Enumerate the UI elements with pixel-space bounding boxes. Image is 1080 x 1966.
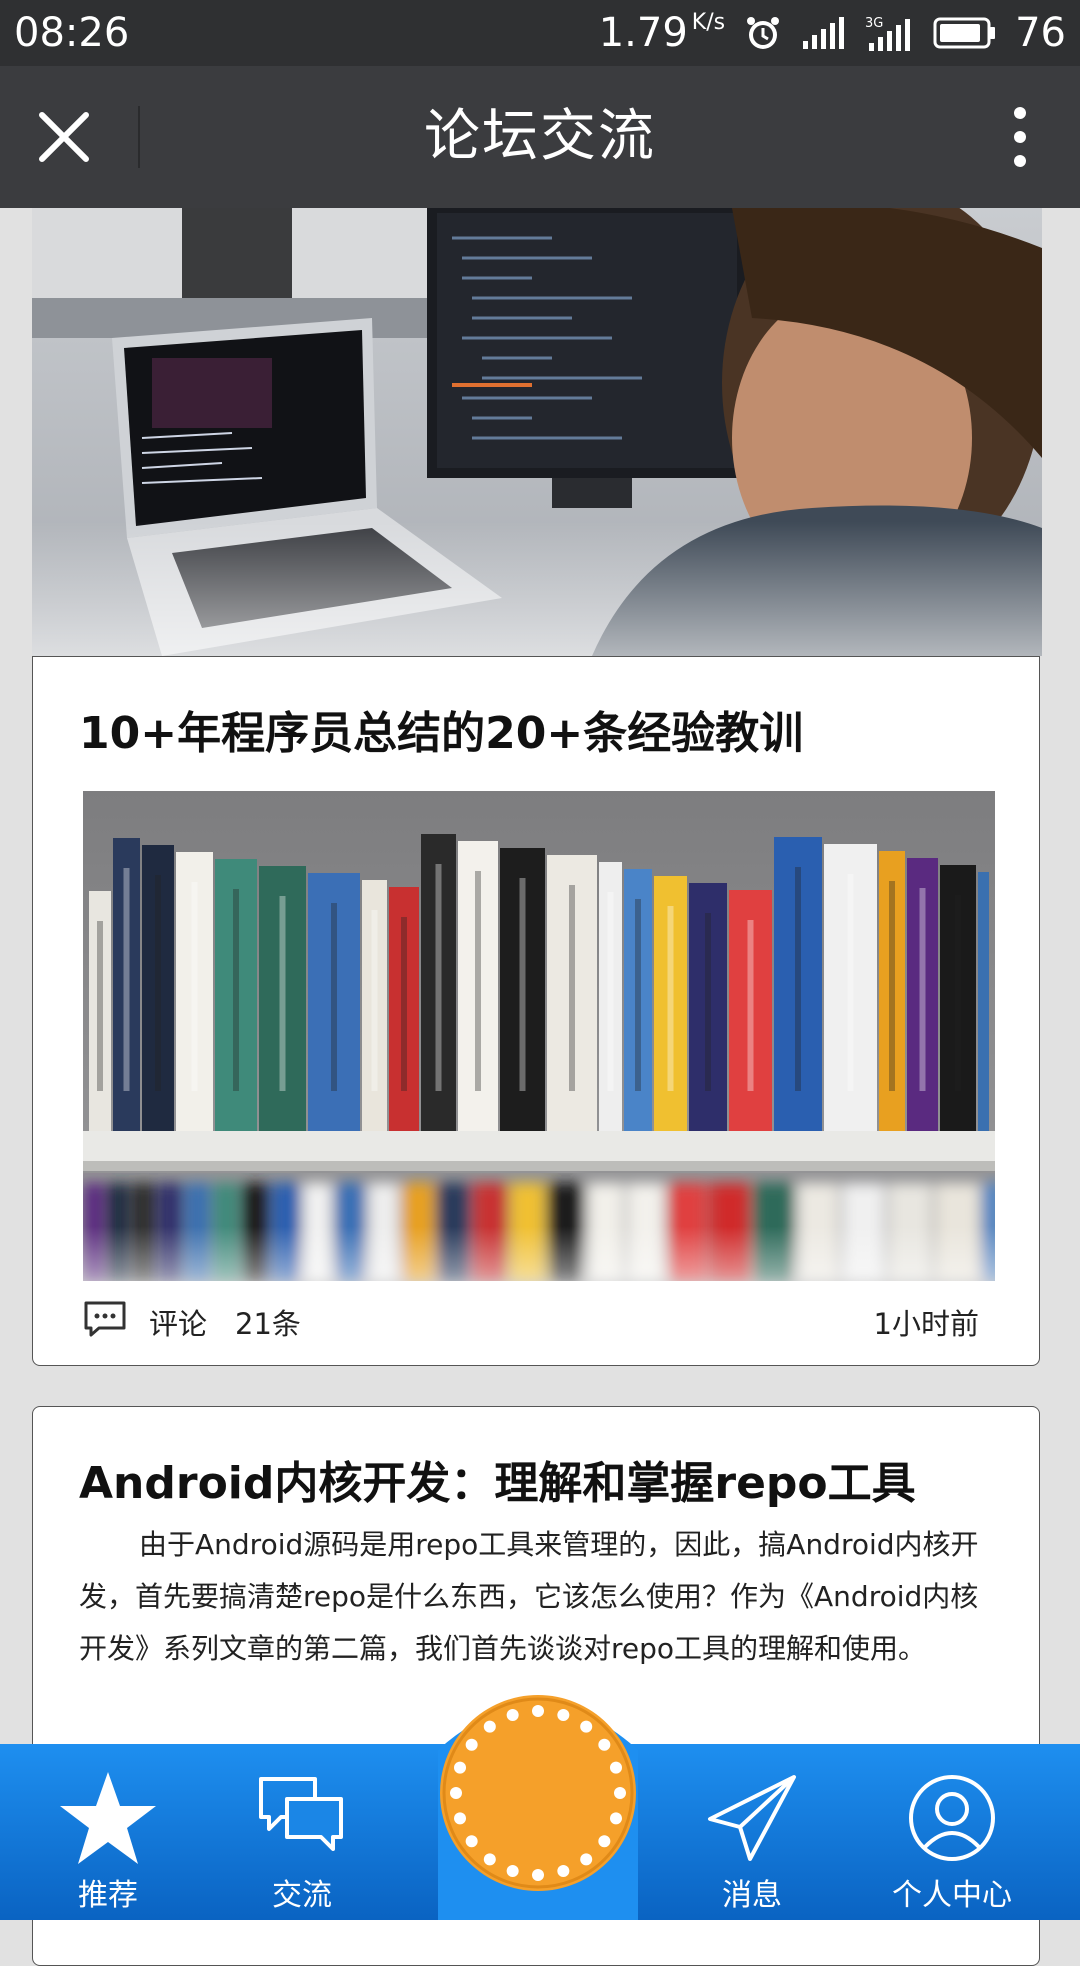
network-speed-unit: K/s	[691, 10, 726, 35]
center-button-dot	[609, 1761, 622, 1774]
center-button-dot	[465, 1738, 478, 1751]
tab-label: 推荐	[78, 1878, 138, 1913]
tab-profile[interactable]: 个人中心	[872, 1744, 1032, 1920]
chat-bubbles-icon	[257, 1768, 347, 1868]
paper-plane-icon	[704, 1768, 800, 1868]
post-meta: 评论 21条 1小时前	[83, 1297, 979, 1347]
center-button-dot	[598, 1835, 611, 1848]
svg-text:3G: 3G	[865, 16, 883, 31]
center-button-dot	[483, 1853, 496, 1866]
battery-level: 76	[1015, 10, 1066, 56]
book-spine-text	[747, 920, 754, 1091]
status-bar: 08:26 1.79 K/s 3G 76	[0, 0, 1080, 66]
status-time: 08:26	[14, 10, 130, 56]
book-spine	[978, 872, 989, 1131]
title-bar: 论坛交流	[0, 66, 1080, 208]
tab-recommend[interactable]: 推荐	[38, 1744, 178, 1920]
center-button-dot	[454, 1761, 467, 1774]
more-button[interactable]	[980, 97, 1060, 177]
center-action-button[interactable]	[438, 1693, 638, 1893]
center-button-dot	[465, 1835, 478, 1848]
banner-image[interactable]	[32, 208, 1042, 656]
center-button-dot	[598, 1738, 611, 1751]
book-spine-text	[279, 896, 286, 1091]
center-action-icon	[440, 1695, 636, 1891]
more-vertical-icon	[1014, 107, 1026, 119]
tab-label: 个人中心	[892, 1878, 1012, 1913]
tab-label: 交流	[272, 1878, 332, 1913]
post-title[interactable]: 10+年程序员总结的20+条经验教训	[79, 697, 999, 761]
close-icon	[39, 112, 89, 162]
post-card[interactable]: 10+年程序员总结的20+条经验教训 评论 21条 1小时前	[32, 656, 1040, 1366]
center-button-dot	[506, 1709, 519, 1722]
book-spine-text	[919, 888, 926, 1091]
book-spine-text	[435, 864, 442, 1091]
book-spine-text	[331, 903, 337, 1091]
post-excerpt: 由于Android源码是用repo工具来管理的，因此，搞Android内核开发，…	[79, 1528, 979, 1665]
title-divider	[138, 106, 140, 168]
page-title: 论坛交流	[424, 104, 656, 169]
book-spine-text	[795, 867, 801, 1091]
book-spine-text	[155, 875, 161, 1091]
book-spine-text	[233, 889, 239, 1091]
comment-label[interactable]: 评论	[149, 1301, 207, 1343]
book-spine-text	[97, 921, 103, 1091]
book-spine-text	[401, 917, 407, 1091]
signal-3g-icon: 3G	[865, 13, 915, 53]
tab-messages[interactable]: 消息	[682, 1744, 822, 1920]
user-icon	[907, 1768, 997, 1868]
comment-icon[interactable]	[83, 1300, 127, 1345]
book-spine-text	[475, 871, 481, 1091]
book-spine-text	[847, 874, 854, 1091]
book-spine-text	[569, 885, 575, 1091]
center-button-dot	[580, 1720, 593, 1733]
center-button-dot	[557, 1709, 570, 1722]
center-button-dot	[450, 1787, 462, 1799]
book-spine-text	[705, 913, 711, 1091]
post-title[interactable]: Android内核开发：理解和掌握repo工具	[79, 1447, 999, 1511]
battery-icon	[933, 16, 997, 50]
center-button-dot	[506, 1864, 519, 1877]
network-speed: 1.79 K/s	[598, 10, 726, 56]
center-button-dot	[580, 1853, 593, 1866]
close-button[interactable]	[24, 97, 104, 177]
star-icon	[58, 1768, 158, 1868]
book-spine-text	[955, 895, 961, 1091]
center-button-dot	[532, 1869, 544, 1881]
center-button-dot	[557, 1864, 570, 1877]
book-spine-text	[635, 899, 641, 1091]
book-spine-text	[667, 906, 674, 1091]
post-image[interactable]	[83, 791, 995, 1281]
book-spine-text	[123, 868, 130, 1091]
alarm-icon	[743, 13, 783, 53]
center-button-dot	[609, 1812, 622, 1825]
center-button-dot	[454, 1812, 467, 1825]
book-spine-text	[519, 878, 526, 1091]
status-indicators: 1.79 K/s 3G 76	[599, 6, 1066, 60]
signal-icon	[801, 15, 847, 51]
center-button-dot	[532, 1705, 544, 1717]
tab-label: 消息	[722, 1878, 782, 1913]
book-spine-text	[371, 910, 378, 1091]
book-spine-text	[889, 881, 895, 1091]
comment-count: 21条	[235, 1307, 301, 1341]
book-spine-text	[607, 892, 614, 1091]
center-button-dot	[614, 1787, 626, 1799]
book-spine-text	[191, 882, 198, 1091]
tab-exchange[interactable]: 交流	[232, 1744, 372, 1920]
center-button-dot	[483, 1720, 496, 1733]
post-time: 1小时前	[873, 1307, 979, 1341]
